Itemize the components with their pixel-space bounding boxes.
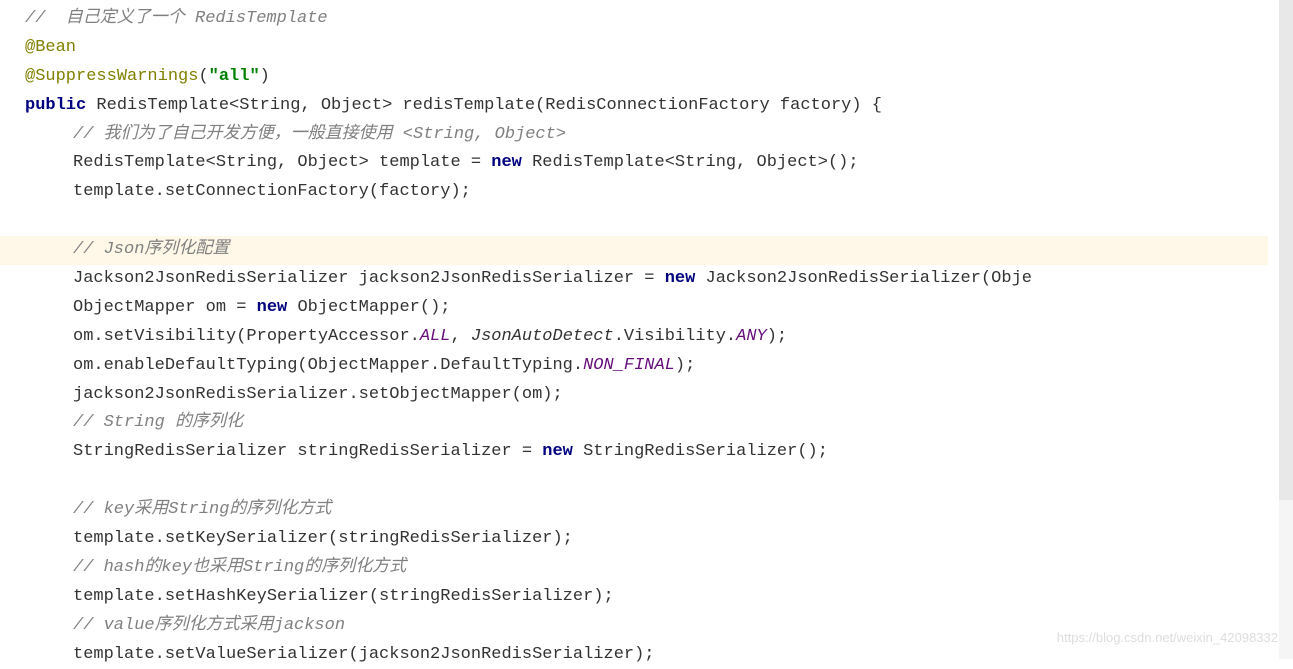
code-line: // 我们为了自己开发方便，一般直接使用 <String, Object> [25,121,1293,150]
code-text: StringRedisSerializer stringRedisSeriali… [73,442,542,461]
watermark-text: https://blog.csdn.net/weixin_42098332 [1057,627,1278,649]
code-line: RedisTemplate<String, Object> template =… [25,149,1293,178]
code-text: ObjectMapper om = [73,298,257,317]
code-line: // key采用String的序列化方式 [25,496,1293,525]
code-line [25,207,1293,236]
scrollbar-thumb[interactable] [1279,0,1293,500]
comment: // 自己定义了一个 RedisTemplate [25,9,328,28]
comment: // hash的key也采用String的序列化方式 [73,558,406,577]
code-line: // String 的序列化 [25,409,1293,438]
annotation: @SuppressWarnings [25,67,198,86]
comment: // key采用String的序列化方式 [73,500,331,519]
comment: // Json [73,240,144,259]
code-text: ); [675,356,695,375]
annotation: @Bean [25,38,76,57]
code-text: template.setKeySerializer(stringRedisSer… [73,529,573,548]
code-text: , [450,327,470,346]
code-line: template.setHashKeySerializer(stringRedi… [25,583,1293,612]
code-text: om.enableDefaultTyping(ObjectMapper.Defa… [73,356,583,375]
code-text: ( [198,67,208,86]
code-text: ) [260,67,270,86]
code-line-highlighted: // Json序列化配置 [0,236,1268,265]
code-line: jackson2JsonRedisSerializer.setObjectMap… [25,381,1293,410]
code-text: om.setVisibility(PropertyAccessor. [73,327,420,346]
code-text: template.setHashKeySerializer(stringRedi… [73,587,614,606]
code-line: @Bean [25,34,1293,63]
code-line: ObjectMapper om = new ObjectMapper(); [25,294,1293,323]
code-text: RedisTemplate<String, Object> template = [73,153,491,172]
code-text: template.setValueSerializer(jackson2Json… [73,645,655,664]
constant: ALL [420,327,451,346]
comment: // String 的序列化 [73,413,243,432]
comment: // 我们为了自己开发方便，一般直接使用 <String, Object> [73,125,566,144]
code-line: template.setKeySerializer(stringRedisSer… [25,525,1293,554]
code-text: RedisTemplate<String, Object> redisTempl… [86,96,882,115]
code-line: public RedisTemplate<String, Object> red… [25,92,1293,121]
keyword: new [491,153,522,172]
code-text: ObjectMapper(); [287,298,450,317]
code-text: template.setConnectionFactory(factory); [73,182,471,201]
code-text: .Visibility. [614,327,736,346]
comment: // value序列化方式采用jackson [73,616,345,635]
code-line: // hash的key也采用String的序列化方式 [25,554,1293,583]
code-line [25,467,1293,496]
code-text: Jackson2JsonRedisSerializer(Obje [695,269,1032,288]
type-name: JsonAutoDetect [471,327,614,346]
code-text: StringRedisSerializer(); [573,442,828,461]
constant: ANY [736,327,767,346]
code-text: jackson2JsonRedisSerializer.setObjectMap… [73,385,563,404]
code-line: om.enableDefaultTyping(ObjectMapper.Defa… [25,352,1293,381]
code-line: om.setVisibility(PropertyAccessor.ALL, J… [25,323,1293,352]
code-line: Jackson2JsonRedisSerializer jackson2Json… [25,265,1293,294]
keyword: new [257,298,288,317]
code-line: @SuppressWarnings("all") [25,63,1293,92]
code-text: RedisTemplate<String, Object>(); [522,153,859,172]
code-line: StringRedisSerializer stringRedisSeriali… [25,438,1293,467]
constant: NON_FINAL [583,356,675,375]
string-literal: "all" [209,67,260,86]
comment: 序列化配置 [144,240,229,259]
keyword: new [665,269,696,288]
code-text: Jackson2JsonRedisSerializer jackson2Json… [73,269,665,288]
keyword: new [542,442,573,461]
code-line: template.setConnectionFactory(factory); [25,178,1293,207]
code-line: // 自己定义了一个 RedisTemplate [25,5,1293,34]
code-text: ); [767,327,787,346]
keyword: public [25,96,86,115]
code-editor[interactable]: // 自己定义了一个 RedisTemplate @Bean @Suppress… [25,5,1293,669]
